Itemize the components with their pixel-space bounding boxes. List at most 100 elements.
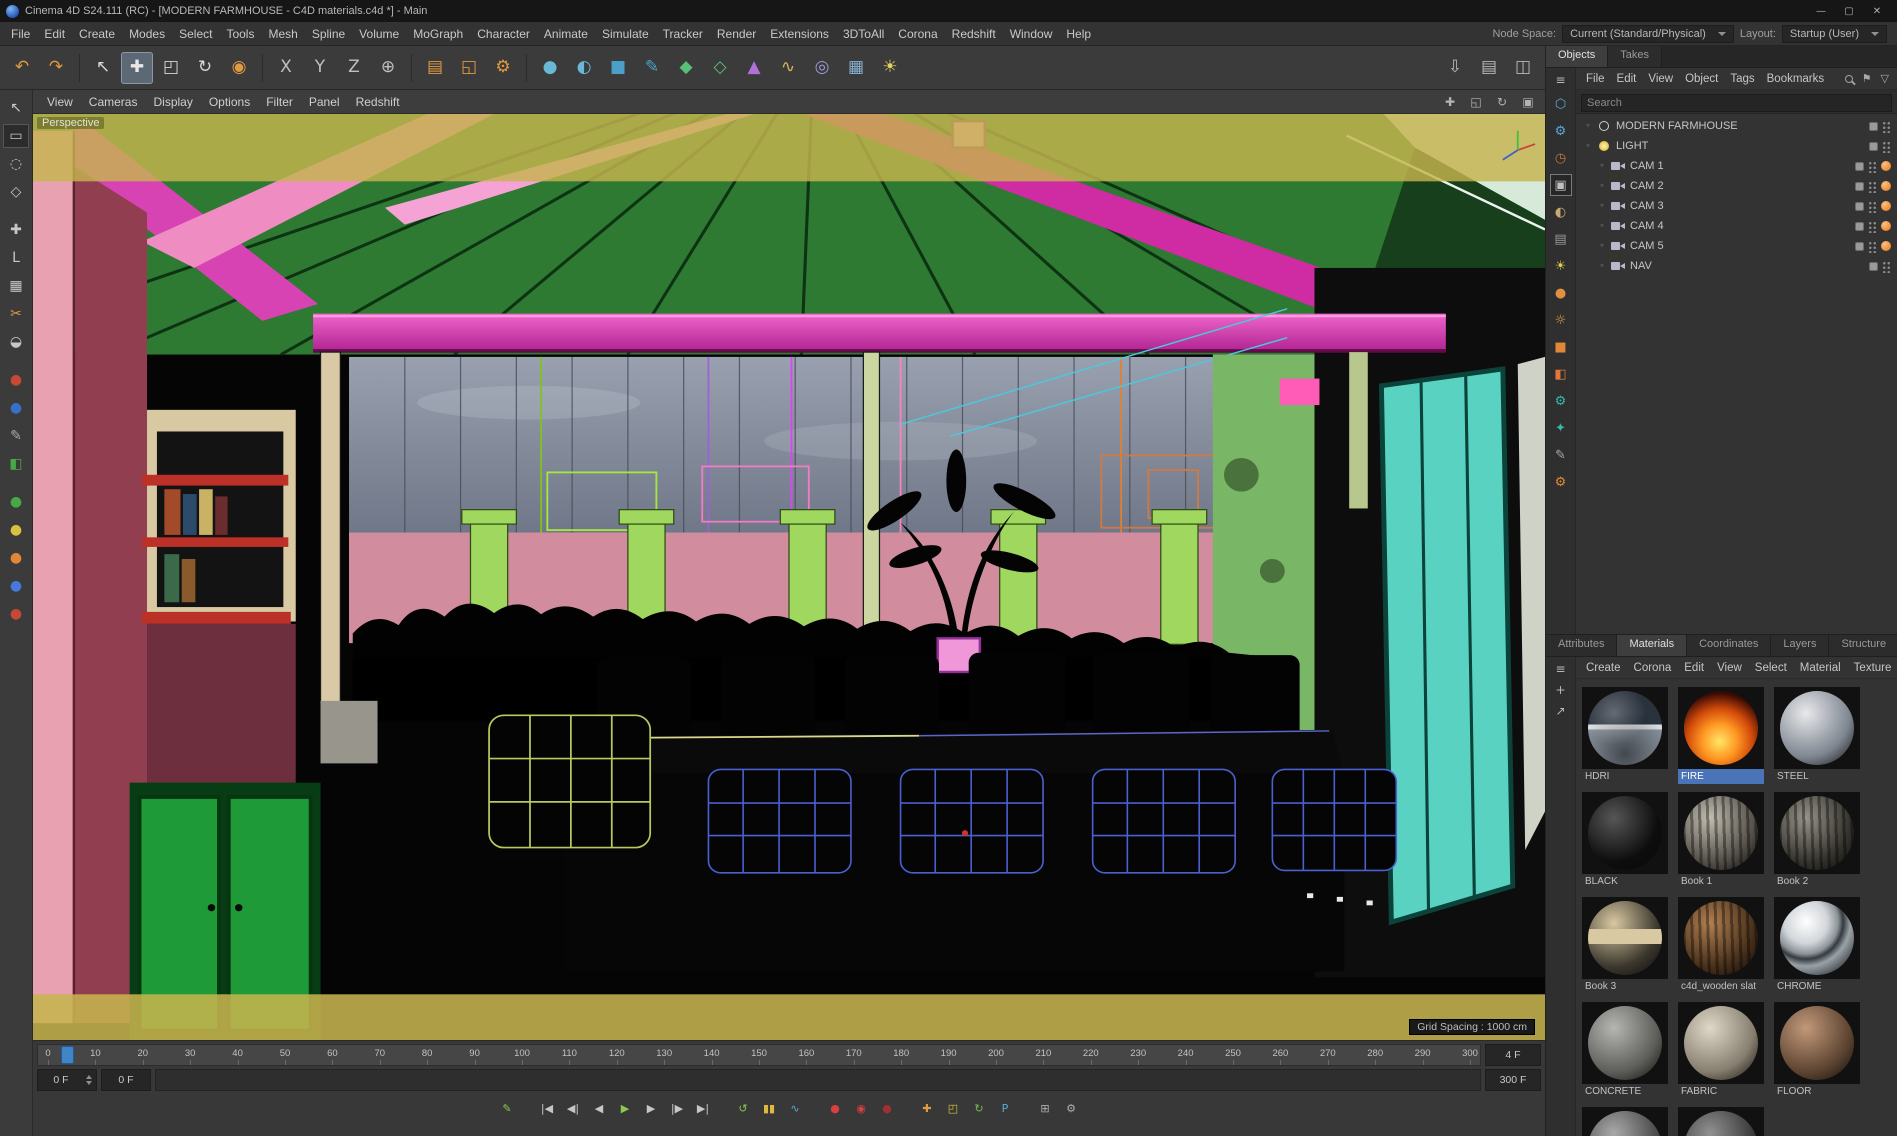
deformer-button[interactable]: ▲ (738, 52, 770, 84)
keyframe-selection-button[interactable]: ● (875, 1097, 899, 1119)
rotate-tool-button[interactable]: ↻ (189, 52, 221, 84)
camera-target-icon[interactable] (1881, 181, 1891, 191)
object-menu-tags[interactable]: Tags (1724, 71, 1760, 87)
prev-frame-button[interactable]: ◀ (587, 1097, 611, 1119)
sketch-button[interactable]: ● (3, 368, 29, 392)
mograph-button[interactable]: ◆ (670, 52, 702, 84)
bookmark-icon[interactable]: ⚑ (1862, 72, 1872, 85)
light-strip-button[interactable]: ☀ (1550, 255, 1572, 277)
mesh-grid-button[interactable]: ▦ (3, 274, 29, 298)
menu-file[interactable]: File (4, 24, 37, 44)
object-row-cam-3[interactable]: ∘ CAM 3 (1576, 196, 1897, 216)
object-row-cam-5[interactable]: ∘ CAM 5 (1576, 236, 1897, 256)
live-selection-button[interactable]: ↖ (87, 52, 119, 84)
material-tile-book-1[interactable]: Book 1 (1678, 792, 1764, 889)
edit-badge-icon[interactable] (1869, 261, 1878, 271)
maximize-button[interactable]: ▢ (1835, 6, 1863, 17)
render-settings-button[interactable]: ⚙ (487, 52, 519, 84)
range-end-field[interactable]: 300 F (1485, 1069, 1541, 1091)
object-row-cam-2[interactable]: ∘ CAM 2 (1576, 176, 1897, 196)
material-tile-fire[interactable]: FIRE (1678, 687, 1764, 784)
move-tool-button[interactable]: ✚ (121, 51, 153, 84)
move-button[interactable]: ✚ (3, 218, 29, 242)
material-tile-concrete[interactable]: CONCRETE (1582, 1002, 1668, 1099)
teamrender-button[interactable]: ⚙ (1550, 390, 1572, 412)
search-icon[interactable] (1844, 74, 1853, 83)
tab-takes[interactable]: Takes (1608, 46, 1663, 67)
material-tile-fabric[interactable]: FABRIC (1678, 1002, 1764, 1099)
material-tile-c4d-wooden-slat[interactable]: c4d_wooden slat (1678, 897, 1764, 994)
menu-edit[interactable]: Edit (37, 24, 72, 44)
materials-menu-select[interactable]: Select (1749, 660, 1793, 676)
record-pla-button[interactable]: ⊞ (1033, 1097, 1057, 1119)
menu-mesh[interactable]: Mesh (261, 24, 304, 44)
render-strip-button[interactable]: ▤ (1550, 228, 1572, 250)
next-key-button[interactable]: |▶ (665, 1097, 689, 1119)
toggle-view-icon[interactable]: ▣ (1517, 93, 1539, 111)
timeline-ruler[interactable]: 0 10 20 30 40 50 60 70 80 90 100 110 120 130 140 150 160… (37, 1044, 1481, 1066)
materials-menu-view[interactable]: View (1711, 660, 1748, 676)
redo-button[interactable]: ↷ (40, 52, 72, 84)
picker-button[interactable]: ✎ (1550, 444, 1572, 466)
sphere-strip-button[interactable]: ● (1550, 282, 1572, 304)
material-thumbnail[interactable] (1774, 897, 1860, 979)
lock-x-axis-button[interactable]: X (270, 52, 302, 84)
menu-redshift[interactable]: Redshift (945, 24, 1003, 44)
pan-view-icon[interactable]: ✚ (1439, 93, 1461, 111)
start-frame-spinner[interactable]: 0 F (37, 1069, 97, 1091)
node-space-dropdown[interactable]: Current (Standard/Physical) (1562, 24, 1734, 43)
preview-range-track[interactable] (155, 1069, 1481, 1091)
material-tile-chrome[interactable]: CHROME (1774, 897, 1860, 994)
magnet-button[interactable]: ◒ (3, 330, 29, 354)
lock-y-axis-button[interactable]: Y (304, 52, 336, 84)
menu-create[interactable]: Create (72, 24, 122, 44)
material-thumbnail[interactable] (1678, 1107, 1764, 1136)
nodes-button[interactable]: ⬡ (1550, 93, 1572, 115)
goto-start-button[interactable]: |◀ (535, 1097, 559, 1119)
object-row-light[interactable]: ∘ LIGHT (1576, 136, 1897, 156)
tab-coordinates[interactable]: Coordinates (1687, 635, 1772, 656)
materials-menu-material[interactable]: Material (1794, 660, 1847, 676)
menu-tools[interactable]: Tools (219, 24, 261, 44)
lock-z-axis-button[interactable]: Z (338, 52, 370, 84)
viewport-menu-filter[interactable]: Filter (258, 92, 301, 112)
new-material-button[interactable]: ● (534, 52, 566, 84)
lasso-selection-button[interactable]: ◌ (3, 152, 29, 176)
material-thumbnail[interactable] (1582, 897, 1668, 979)
rectangle-selection-button[interactable]: ▭ (3, 124, 29, 148)
material-thumbnail[interactable] (1774, 792, 1860, 874)
undo-button[interactable]: ↶ (6, 52, 38, 84)
keying-settings-button[interactable]: ⚙ (1059, 1097, 1083, 1119)
viewport-menu-display[interactable]: Display (145, 92, 200, 112)
menu-mograph[interactable]: MoGraph (406, 24, 470, 44)
visibility-dots-icon[interactable] (1868, 239, 1877, 253)
edit-badge-icon[interactable] (1855, 161, 1864, 171)
camera-target-icon[interactable] (1881, 161, 1891, 171)
goto-end-button[interactable]: ▶| (691, 1097, 715, 1119)
time-button[interactable]: ◷ (1550, 147, 1572, 169)
materials-menu-corona[interactable]: Corona (1628, 660, 1678, 676)
coordinate-system-button[interactable]: ⊕ (372, 52, 404, 84)
display-settings-button[interactable]: ▦ (840, 52, 872, 84)
bucket-strip-button[interactable]: ◧ (1550, 363, 1572, 385)
menu-window[interactable]: Window (1003, 24, 1060, 44)
render-view-button[interactable]: ▤ (419, 52, 451, 84)
search-input[interactable] (1581, 94, 1892, 112)
panel-menu-icon[interactable]: ≡ (1555, 661, 1565, 677)
environment-button[interactable]: ◐ (568, 52, 600, 84)
material-tile-steel[interactable]: STEEL (1774, 687, 1860, 784)
viewport-menu-cameras[interactable]: Cameras (81, 92, 146, 112)
edit-badge-icon[interactable] (1869, 141, 1878, 151)
render-region-button[interactable]: ◱ (453, 52, 485, 84)
live-selection-button[interactable]: ↖ (3, 96, 29, 120)
fields-button[interactable]: ◇ (704, 52, 736, 84)
yellow-shader-ball-button[interactable]: ● (3, 518, 29, 542)
material-tile-book-3[interactable]: Book 3 (1582, 897, 1668, 994)
record-rotation-button[interactable]: ↻ (967, 1097, 991, 1119)
material-tile-unnamed[interactable] (1582, 1107, 1668, 1136)
wand-button[interactable]: ✦ (1550, 417, 1572, 439)
light-tool-button[interactable]: ☀ (874, 52, 906, 84)
viewport-menu-panel[interactable]: Panel (301, 92, 348, 112)
visibility-dots-icon[interactable] (1882, 119, 1891, 133)
add-material-icon[interactable]: + (1555, 682, 1565, 698)
